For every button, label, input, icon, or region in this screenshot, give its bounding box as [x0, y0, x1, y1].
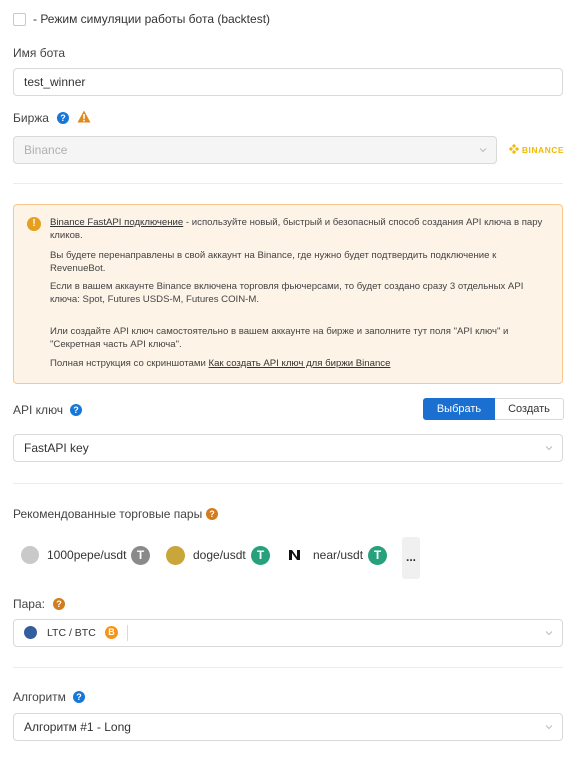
info-paragraph-4: Или создайте API ключ самостоятельно в в… — [50, 326, 509, 350]
pair-help-icon[interactable]: ? — [53, 598, 65, 610]
recommended-pair-3[interactable]: near/usdt — [313, 545, 363, 565]
instruction-link[interactable]: Как создать API ключ для биржи Binance — [209, 358, 391, 369]
select-key-button[interactable]: Выбрать — [423, 398, 495, 420]
tether-icon: T — [131, 546, 150, 565]
pepe-coin-icon — [21, 546, 39, 564]
pair-input-cursor — [127, 625, 128, 641]
algorithm-label: Алгоритм — [13, 690, 66, 704]
chevron-down-icon — [479, 146, 487, 154]
info-paragraph-2: Вы будете перенаправлены в свой аккаунт … — [50, 250, 497, 274]
bot-name-input[interactable]: test_winner — [13, 68, 563, 96]
more-pairs-button[interactable]: ... — [402, 537, 420, 579]
recommended-pairs-label: Рекомендованные торговые пары — [13, 507, 203, 521]
tether-icon: T — [251, 546, 270, 565]
info-p5-text: Полная нструкция со скриншотами — [50, 358, 209, 369]
recommended-help-icon[interactable]: ? — [206, 508, 218, 520]
backtest-checkbox[interactable] — [13, 13, 26, 26]
info-paragraph-5: Полная нструкция со скриншотами Как созд… — [50, 357, 550, 370]
near-coin-icon — [288, 549, 301, 564]
algorithm-select[interactable]: Алгоритм #1 - Long — [13, 713, 563, 741]
exchange-select: Binance — [13, 136, 497, 164]
exchange-help-icon[interactable]: ? — [57, 112, 69, 124]
api-key-select[interactable]: FastAPI key — [13, 434, 563, 462]
algorithm-help-icon[interactable]: ? — [73, 691, 85, 703]
backtest-label: - Режим симуляции работы бота (backtest) — [33, 12, 271, 26]
chevron-down-icon — [545, 629, 553, 637]
binance-logo: BINANCE — [508, 143, 565, 155]
pair-select[interactable]: LTC / BTC B — [13, 619, 563, 647]
create-key-button[interactable]: Создать — [495, 398, 564, 420]
api-key-mode-toggle: Выбрать Создать — [423, 398, 564, 420]
info-paragraph-3: Если в вашем аккаунте Binance включена т… — [50, 281, 524, 305]
info-icon: ! — [27, 217, 41, 231]
chevron-down-icon — [545, 723, 553, 731]
divider — [13, 483, 563, 484]
btc-coin-icon: B — [105, 626, 118, 639]
binance-logo-text: BINANCE — [521, 145, 565, 155]
exchange-label: Биржа — [13, 111, 49, 125]
tether-icon: T — [368, 546, 387, 565]
api-key-help-icon[interactable]: ? — [70, 404, 82, 416]
info-paragraph-1: Binance FastAPI подключение - используйт… — [50, 216, 550, 242]
ltc-coin-icon — [24, 626, 37, 639]
pair-label: Пара: — [13, 597, 45, 611]
divider — [13, 183, 563, 184]
exchange-select-value: Binance — [24, 143, 68, 157]
bot-name-label: Имя бота — [13, 46, 66, 60]
warning-icon[interactable] — [77, 110, 91, 126]
fastapi-info-box: ! Binance FastAPI подключение - использу… — [13, 204, 563, 384]
exchange-label-text: Биржа — [13, 111, 49, 125]
algorithm-select-value: Алгоритм #1 - Long — [24, 720, 131, 734]
api-key-label: API ключ — [13, 403, 64, 417]
doge-coin-icon — [166, 546, 185, 565]
pair-select-value: LTC / BTC — [47, 627, 96, 639]
divider — [13, 667, 563, 668]
api-key-select-value: FastAPI key — [24, 441, 89, 455]
recommended-pair-2[interactable]: doge/usdt — [193, 545, 246, 565]
chevron-down-icon — [545, 444, 553, 452]
fastapi-link[interactable]: Binance FastAPI подключение — [50, 217, 183, 228]
recommended-pair-1[interactable]: 1000pepe/usdt — [47, 545, 126, 565]
